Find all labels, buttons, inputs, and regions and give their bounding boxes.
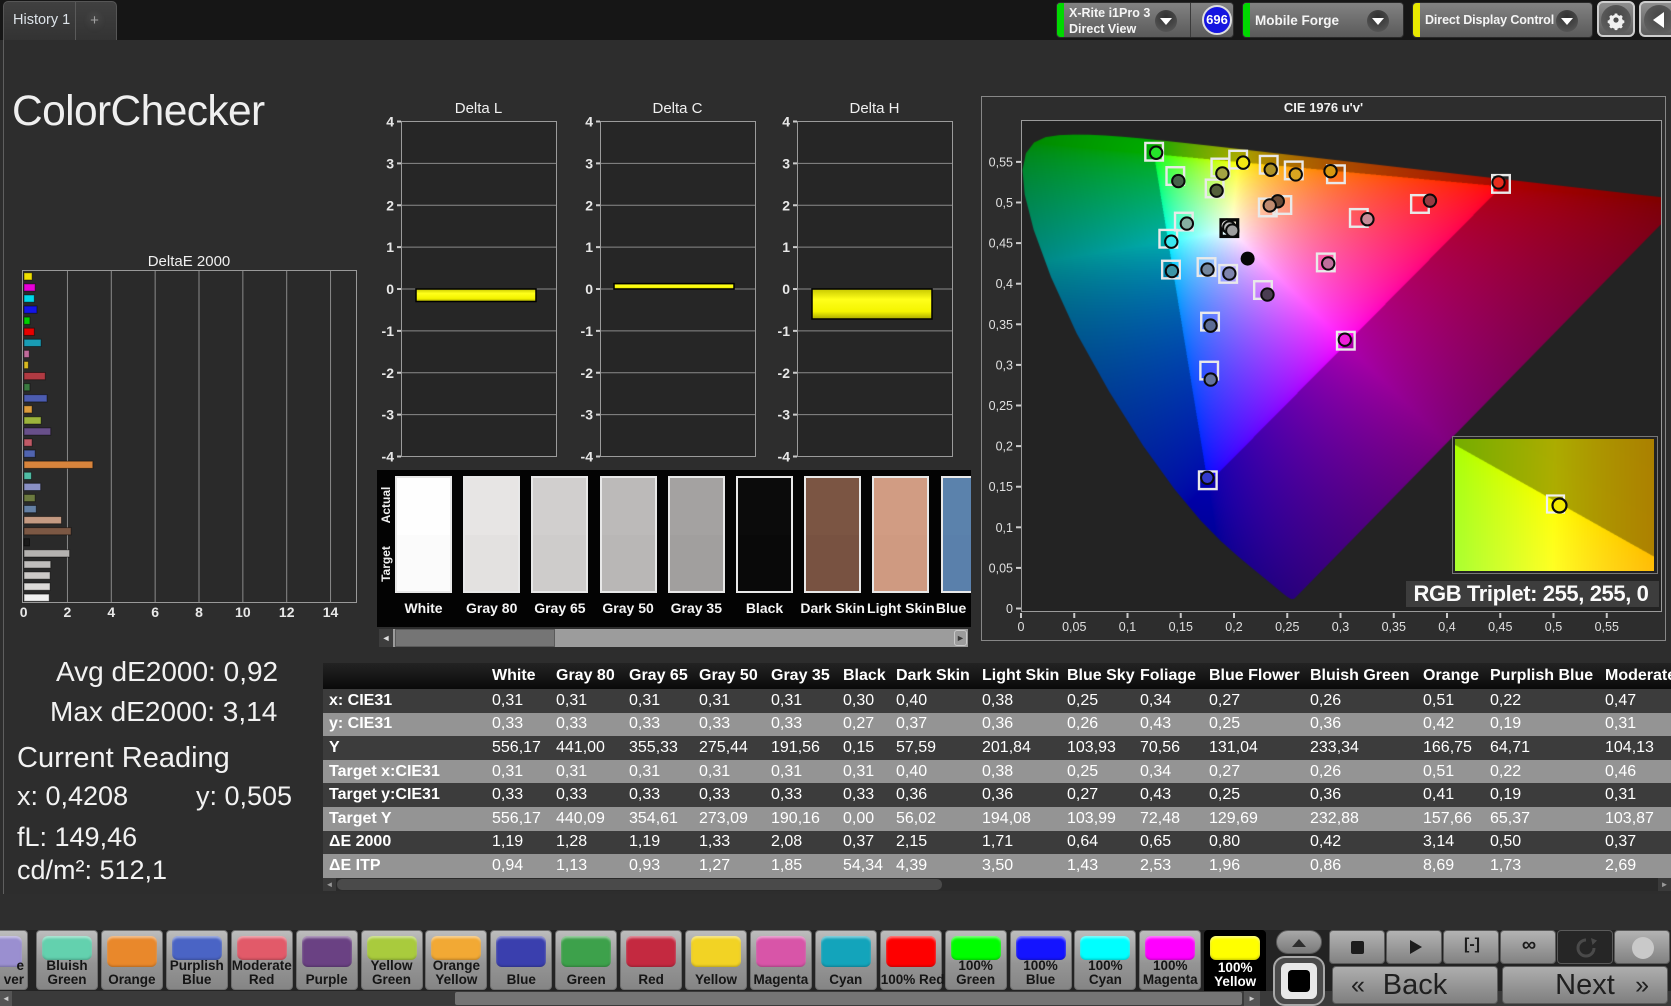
svg-text:0,55: 0,55 <box>1595 620 1619 634</box>
svg-text:0,05: 0,05 <box>989 561 1013 575</box>
svg-text:0: 0 <box>1006 602 1013 616</box>
svg-text:RGB Triplet: 255, 255, 0: RGB Triplet: 255, 255, 0 <box>1414 581 1649 606</box>
svg-text:0,1: 0,1 <box>1119 620 1136 634</box>
svg-text:0,25: 0,25 <box>989 399 1013 413</box>
svg-text:0,55: 0,55 <box>989 155 1013 169</box>
svg-text:0,3: 0,3 <box>1332 620 1349 634</box>
svg-text:0,2: 0,2 <box>996 440 1013 454</box>
svg-text:0,5: 0,5 <box>1545 620 1562 634</box>
svg-text:0,45: 0,45 <box>1488 620 1512 634</box>
svg-text:0,35: 0,35 <box>989 318 1013 332</box>
svg-text:0,45: 0,45 <box>989 237 1013 251</box>
svg-text:0,3: 0,3 <box>996 358 1013 372</box>
svg-text:0,25: 0,25 <box>1275 620 1299 634</box>
svg-text:0,15: 0,15 <box>1169 620 1193 634</box>
svg-text:0,2: 0,2 <box>1225 620 1242 634</box>
svg-text:0,15: 0,15 <box>989 480 1013 494</box>
svg-text:0,4: 0,4 <box>996 277 1013 291</box>
svg-text:0,4: 0,4 <box>1438 620 1455 634</box>
svg-text:0,1: 0,1 <box>996 521 1013 535</box>
svg-text:0,05: 0,05 <box>1062 620 1086 634</box>
svg-text:0,5: 0,5 <box>996 196 1013 210</box>
svg-text:0,35: 0,35 <box>1382 620 1406 634</box>
svg-text:0: 0 <box>1018 620 1025 634</box>
